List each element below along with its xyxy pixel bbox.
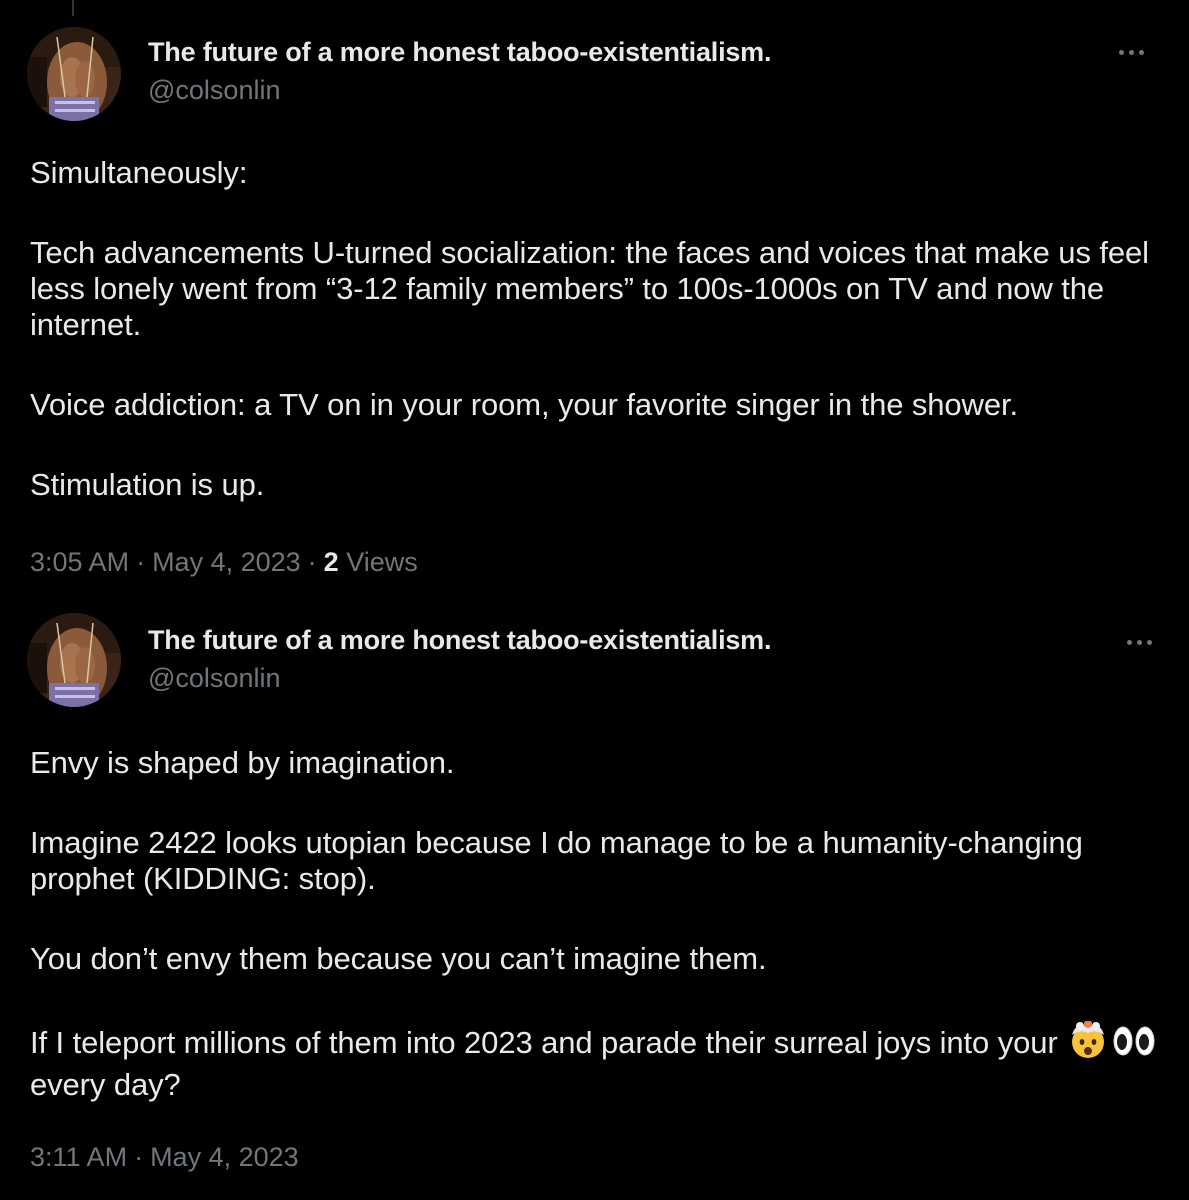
tweet-paragraph: Tech advancements U-turned socialization… xyxy=(30,235,1149,342)
user-handle[interactable]: @colsonlin xyxy=(148,660,1109,696)
tweet-paragraph: You don’t envy them because you can’t im… xyxy=(30,941,767,976)
tweet-time[interactable]: 3:05 AM xyxy=(30,547,129,577)
tweet-paragraph: Voice addiction: a TV on in your room, y… xyxy=(30,387,1019,422)
tweet-header: The future of a more honest taboo-existe… xyxy=(148,34,1109,108)
display-name[interactable]: The future of a more honest taboo-existe… xyxy=(148,622,1109,658)
exploding-head-emoji xyxy=(1068,1020,1108,1067)
display-name[interactable]: The future of a more honest taboo-existe… xyxy=(148,34,1109,70)
tweet-2: The future of a more honest taboo-existe… xyxy=(0,600,1189,1200)
tweet-metadata: 3:11 AM · May 4, 2023 xyxy=(30,1142,299,1172)
avatar[interactable] xyxy=(27,613,121,707)
tweet-text: Envy is shaped by imagination. Imagine 2… xyxy=(30,745,1159,1103)
tweet-text: Simultaneously: Tech advancements U-turn… xyxy=(30,155,1159,503)
tweet-date[interactable]: May 4, 2023 xyxy=(152,547,301,577)
more-options-icon[interactable] xyxy=(1109,38,1153,66)
tweet-paragraph: If I teleport millions of them into 2023… xyxy=(30,1020,1159,1103)
more-options-icon[interactable] xyxy=(1117,628,1161,656)
eyes-emoji xyxy=(1112,1023,1156,1067)
views-label[interactable]: Views xyxy=(346,547,418,577)
tweet-paragraph: Envy is shaped by imagination. xyxy=(30,745,455,780)
tweet-paragraph: Simultaneously: xyxy=(30,155,248,190)
tweet-metadata: 3:05 AM · May 4, 2023 · 2 Views xyxy=(30,547,418,577)
tweet-time[interactable]: 3:11 AM xyxy=(30,1142,127,1172)
user-handle[interactable]: @colsonlin xyxy=(148,72,1109,108)
avatar[interactable] xyxy=(27,27,121,121)
tweet-1: The future of a more honest taboo-existe… xyxy=(0,0,1189,600)
tweet-header: The future of a more honest taboo-existe… xyxy=(148,622,1109,696)
tweet-paragraph: Stimulation is up. xyxy=(30,467,265,502)
tweet-date[interactable]: May 4, 2023 xyxy=(150,1142,299,1172)
tweet-paragraph: Imagine 2422 looks utopian because I do … xyxy=(30,825,1083,896)
views-count[interactable]: 2 xyxy=(324,547,339,577)
